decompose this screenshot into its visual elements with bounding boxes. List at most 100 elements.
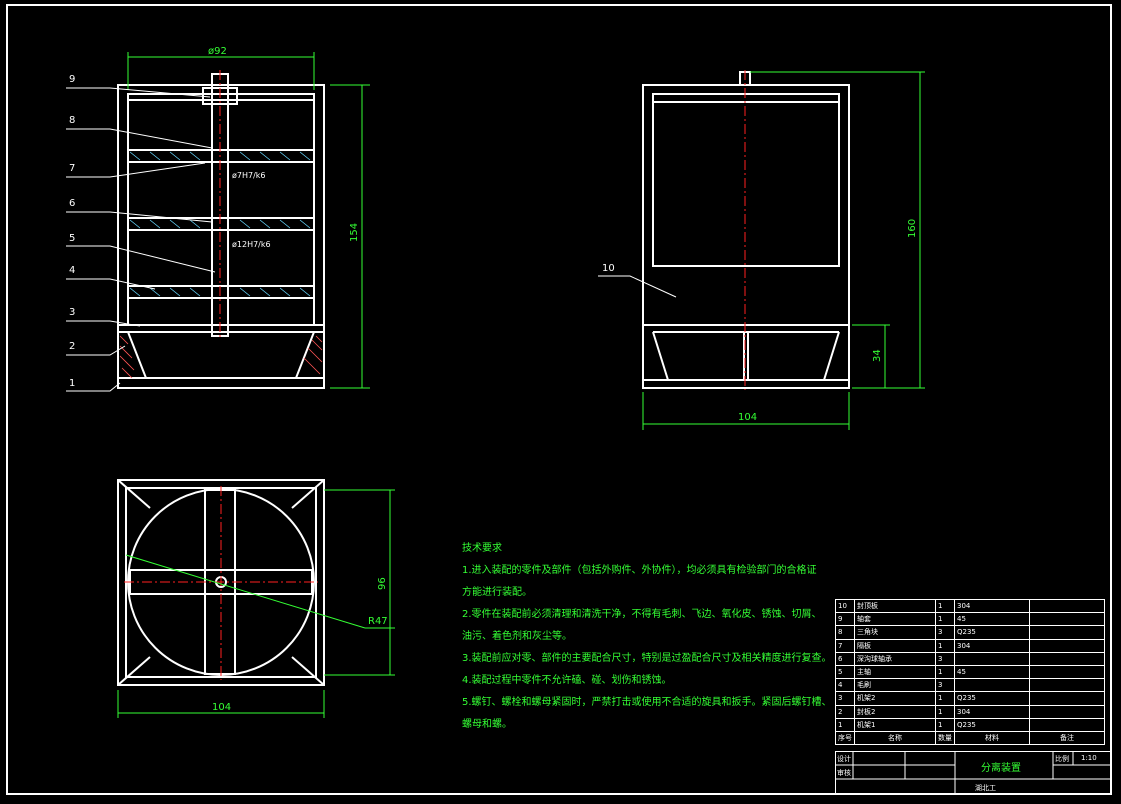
table-header-row: 序号 名称 数量 材料 备注 (835, 730, 1105, 746)
bom-material: 304 (954, 598, 1030, 614)
table-row: 8 三角块 3 Q235 (835, 625, 1105, 640)
bom-qty: 3 (935, 651, 955, 666)
bom-qty: 1 (935, 664, 955, 680)
bom-header-no: 序号 (835, 730, 855, 746)
balloon-3: 3 (69, 307, 75, 318)
side-dimensions (642, 71, 925, 430)
bom-name: 封板2 (854, 704, 936, 719)
bom-header-name: 名称 (854, 730, 936, 746)
balloon-leaders (66, 87, 216, 392)
balloon-numbers: 9 8 7 6 5 4 3 2 1 (69, 74, 75, 389)
bom-no: 9 (835, 612, 855, 627)
scale-value: 1:10 (1081, 754, 1097, 762)
table-row: 6 深沟球轴承 3 (835, 651, 1105, 666)
notes-line: 方能进行装配。 (462, 587, 532, 598)
bom-material: 45 (954, 612, 1030, 627)
bom-qty: 1 (935, 717, 955, 732)
side-view (642, 71, 850, 389)
bom-remark (1029, 612, 1105, 627)
bom-remark (1029, 704, 1105, 719)
notes-line: 5.螺钉、螺栓和螺母紧固时，严禁打击或使用不合适的旋具和扳手。紧固后螺钉槽、 (462, 697, 832, 708)
bom-remark (1029, 717, 1105, 732)
bom-qty: 1 (935, 638, 955, 653)
bom-no: 4 (835, 678, 855, 693)
top-dimensions (117, 489, 395, 718)
company-label: 湖北工 (975, 784, 996, 792)
bom-name: 封顶板 (854, 598, 936, 614)
balloon-9: 9 (69, 74, 75, 85)
bom-remark (1029, 598, 1105, 614)
balloon-5: 5 (69, 233, 75, 244)
side-width-label: 104 (738, 412, 757, 423)
bom-material (954, 678, 1030, 693)
bom-remark (1029, 651, 1105, 666)
front-top-width-label: ø92 (208, 46, 227, 57)
top-height-label: 96 (377, 577, 388, 590)
table-row: 4 毛刷 3 (835, 678, 1105, 693)
bom-name: 机架1 (854, 717, 936, 732)
radius-label: R47 (368, 616, 388, 627)
bom-qty: 1 (935, 704, 955, 719)
bom-no: 7 (835, 638, 855, 653)
balloon-10: 10 (602, 263, 615, 274)
bom-material: Q235 (954, 717, 1030, 732)
bom-name: 轴套 (854, 612, 936, 627)
bom-no: 10 (835, 598, 855, 614)
notes-line: 2.零件在装配前必须清理和清洗干净，不得有毛刺、飞边、氧化皮、锈蚀、切屑、 (462, 609, 822, 620)
design-label: 设计 (837, 755, 851, 763)
top-centerlines (124, 486, 318, 680)
bom-no: 1 (835, 717, 855, 732)
bom-no: 2 (835, 704, 855, 719)
bom-qty: 3 (935, 625, 955, 640)
bom-remark (1029, 625, 1105, 640)
shaft-fit-upper-label: ø7H7/k6 (232, 171, 266, 180)
table-row: 2 封板2 1 304 (835, 704, 1105, 719)
table-row: 9 轴套 1 45 (835, 612, 1105, 627)
top-width-label: 104 (212, 702, 231, 713)
shaft-fit-lower-label: ø12H7/k6 (232, 240, 271, 249)
notes-line: 螺母和螺。 (462, 719, 512, 730)
front-height-label: 154 (349, 223, 360, 242)
balloon-4: 4 (69, 265, 75, 276)
table-row: 1 机架1 1 Q235 (835, 717, 1105, 732)
bom-no: 8 (835, 625, 855, 640)
hopper-hatching (119, 335, 323, 379)
balloon-7: 7 (69, 163, 75, 174)
notes-line: 3.装配前应对零、部件的主要配合尺寸，特别是过盈配合尺寸及相关精度进行复查。 (462, 653, 832, 664)
table-row: 10 封顶板 1 304 (835, 598, 1105, 614)
balloon-10-leader (598, 275, 677, 298)
technical-requirements: 技术要求 1.进入装配的零件及部件（包括外购件、外协件），均必须具有检验部门的合… (462, 538, 832, 736)
balloon-8: 8 (69, 115, 75, 126)
bom-remark (1029, 691, 1105, 706)
notes-line: 4.装配过程中零件不允许磕、碰、划伤和锈蚀。 (462, 675, 672, 686)
review-label: 审核 (837, 769, 851, 777)
bom-remark (1029, 638, 1105, 653)
bom-name: 隔板 (854, 638, 936, 653)
drawing-title: 分离装置 (981, 763, 1021, 774)
bill-of-materials: 10 封顶板 1 304 9 轴套 1 45 8 三角块 3 Q235 7 隔板 1 304 6 深沟球轴… (835, 598, 1105, 746)
bom-no: 6 (835, 651, 855, 666)
front-dimensions (127, 52, 370, 389)
bom-qty: 1 (935, 598, 955, 614)
scale-label: 比例 (1055, 755, 1069, 763)
bom-material: Q235 (954, 691, 1030, 706)
bom-header-material: 材料 (954, 730, 1030, 746)
bom-header-remark: 备注 (1029, 730, 1105, 746)
bom-material: Q235 (954, 625, 1030, 640)
bom-no: 3 (835, 691, 855, 706)
bom-material: 45 (954, 664, 1030, 680)
notes-title: 技术要求 (462, 543, 502, 554)
bom-qty: 1 (935, 612, 955, 627)
bom-name: 主轴 (854, 664, 936, 680)
balloon-1: 1 (69, 378, 75, 389)
bom-name: 三角块 (854, 625, 936, 640)
table-row: 3 机架2 1 Q235 (835, 691, 1105, 706)
side-base-height-label: 34 (872, 349, 883, 362)
bom-material: 304 (954, 638, 1030, 653)
bom-header-qty: 数量 (935, 730, 955, 746)
table-row: 7 隔板 1 304 (835, 638, 1105, 653)
notes-line: 1.进入装配的零件及部件（包括外购件、外协件），均必须具有检验部门的合格证 (462, 565, 817, 576)
front-section-view (117, 73, 325, 389)
bom-name: 机架2 (854, 691, 936, 706)
bom-qty: 3 (935, 678, 955, 693)
